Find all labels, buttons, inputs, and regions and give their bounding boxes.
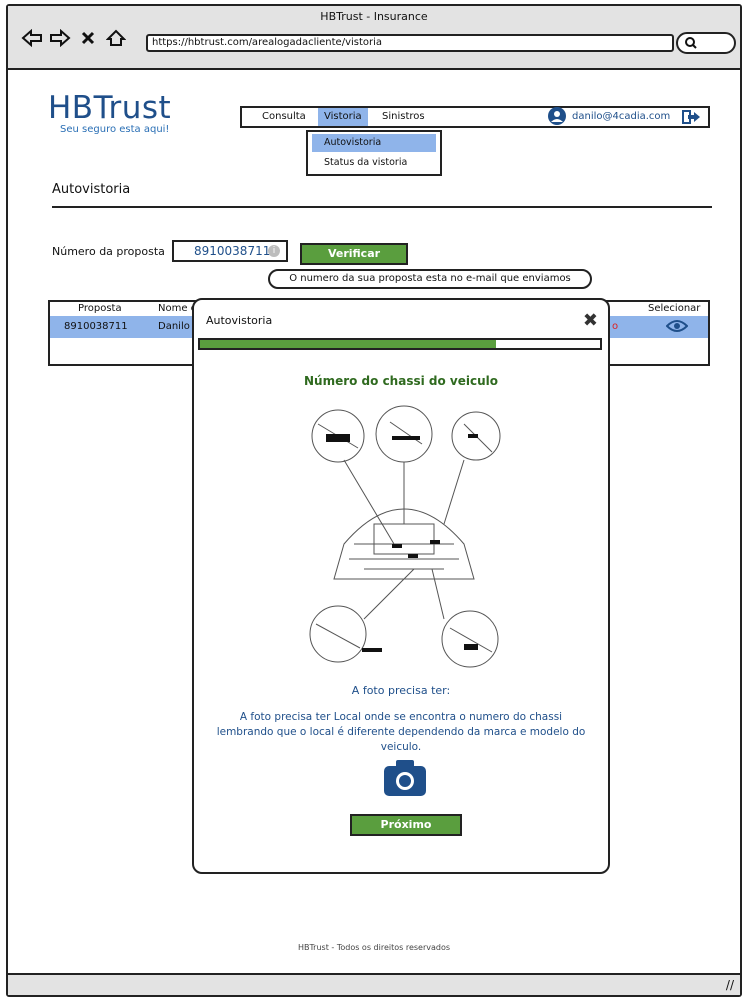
nav-item-consulta[interactable]: Consulta [256,108,312,126]
home-icon[interactable] [104,26,128,50]
photo-description: A foto precisa ter Local onde se encontr… [216,711,586,753]
browser-chrome: HBTrust - Insurance https://hbtrust.com/… [8,6,740,70]
search-icon [685,37,697,49]
proposal-tooltip: O numero da sua proposta esta no e-mail … [268,269,592,289]
header-selecionar: Selecionar [648,303,701,314]
nav-item-sinistros[interactable]: Sinistros [376,108,431,126]
vistoria-dropdown: Autovistoria Status da vistoria [306,130,442,176]
dropdown-item-autovistoria[interactable]: Autovistoria [312,134,436,152]
address-bar[interactable]: https://hbtrust.com/arealogadacliente/vi… [146,34,674,52]
header-proposta: Proposta [78,303,122,314]
back-arrow-icon[interactable] [20,26,44,50]
car-engine-illustration [309,405,501,668]
section-title: Número do chassi do veiculo [303,374,498,388]
user-avatar-icon [548,107,566,125]
next-button[interactable]: Próximo [350,814,462,836]
logout-icon[interactable] [682,108,702,129]
logo[interactable]: HBTrust Seu seguro esta aqui! [48,92,171,135]
header-nome: Nome c [158,303,197,314]
logo-subtitle: Seu seguro esta aqui! [60,124,170,135]
proposal-label: Número da proposta [52,245,165,258]
browser-search[interactable] [676,32,736,54]
top-navigation: Consulta Vistoria Sinistros danilo@4cadi… [240,106,710,128]
resize-grip-icon[interactable]: // [726,978,734,992]
info-icon[interactable]: i [268,245,280,257]
forward-arrow-icon[interactable] [48,26,72,50]
modal-title: Autovistoria [206,314,273,327]
progress-bar [198,338,602,350]
user-email[interactable]: danilo@4cadia.com [572,108,670,126]
verify-button[interactable]: Verificar [300,243,408,265]
cell-proposta: 8910038711 [64,321,128,332]
close-icon[interactable]: ✖ [583,310,598,331]
logo-title: HBTrust [48,90,172,126]
footer-text: HBTrust - Todos os direitos reservados [297,943,451,952]
page-title: Autovistoria [52,182,131,197]
cell-nome: Danilo [158,321,190,332]
dropdown-item-status[interactable]: Status da vistoria [312,154,436,172]
stop-x-icon[interactable] [76,26,100,50]
progress-fill [200,340,496,348]
nav-item-vistoria[interactable]: Vistoria [318,108,368,126]
divider [52,206,712,208]
browser-nav [20,26,128,50]
camera-icon[interactable] [384,760,426,800]
eye-icon[interactable] [665,319,689,341]
cell-flag: o [612,321,619,332]
status-bar: // [8,973,740,995]
window-title: HBTrust - Insurance [320,10,428,23]
photo-requirement-label: A foto precisa ter: [351,684,451,697]
autovistoria-modal: Autovistoria ✖ Número do chassi do veicu… [192,298,610,874]
